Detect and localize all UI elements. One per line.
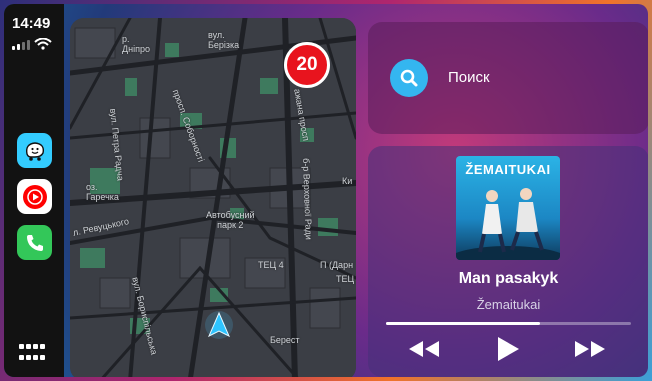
rewind-button[interactable]: [404, 334, 444, 364]
map-label: Ки: [342, 176, 353, 186]
waze-app-button[interactable]: [17, 133, 52, 168]
map-label: вул. Берізка: [208, 30, 240, 50]
map-label: ТЕЦ: [336, 274, 355, 284]
now-playing-card[interactable]: ŽEMAITUKAI Man pasakyk Žemaitukai: [368, 146, 648, 377]
speed-limit-sign: 20: [284, 42, 330, 88]
phone-icon: [26, 234, 43, 251]
search-label[interactable]: Поиск: [448, 69, 490, 86]
sidebar: 14:49: [4, 4, 64, 377]
map-label: П (Дарн: [320, 260, 354, 270]
wifi-icon: [34, 38, 52, 50]
fast-forward-icon: [575, 341, 605, 357]
phone-app-button[interactable]: [17, 225, 52, 260]
search-card[interactable]: Поиск: [368, 22, 648, 134]
app-grid-icon[interactable]: [19, 344, 45, 362]
album-illustration: [456, 188, 560, 260]
carplay-screen: 14:49 р. Дніпро вул. Берізка просп. Собо…: [4, 4, 648, 377]
map-label: Автобусний парк 2: [206, 210, 255, 230]
map-label: р. Дніпро: [122, 34, 150, 54]
play-button[interactable]: [488, 334, 528, 364]
waze-icon: [25, 141, 44, 161]
navigation-arrow-icon: [205, 311, 233, 339]
status-time: 14:49: [12, 15, 51, 32]
artist-name: Žemaitukai: [476, 297, 541, 312]
map-label: ТЕЦ 4: [258, 260, 284, 270]
map-label: оз. Гаречка: [86, 182, 119, 202]
youtube-music-icon: [22, 184, 47, 209]
status-indicators: [12, 38, 52, 50]
signal-icon: [12, 40, 30, 50]
speed-limit-value: 20: [296, 54, 318, 75]
playback-progress-fill: [386, 322, 541, 325]
map-label: Берест: [270, 335, 300, 345]
rewind-icon: [409, 341, 439, 357]
album-art[interactable]: ŽEMAITUKAI: [456, 156, 560, 260]
song-title: Man pasakyk: [458, 270, 559, 287]
youtube-music-app-button[interactable]: [17, 179, 52, 214]
search-icon: [400, 69, 418, 87]
fast-forward-button[interactable]: [570, 334, 610, 364]
playback-progress-bar[interactable]: [386, 322, 631, 325]
play-icon: [498, 337, 519, 361]
search-button[interactable]: [390, 59, 428, 97]
